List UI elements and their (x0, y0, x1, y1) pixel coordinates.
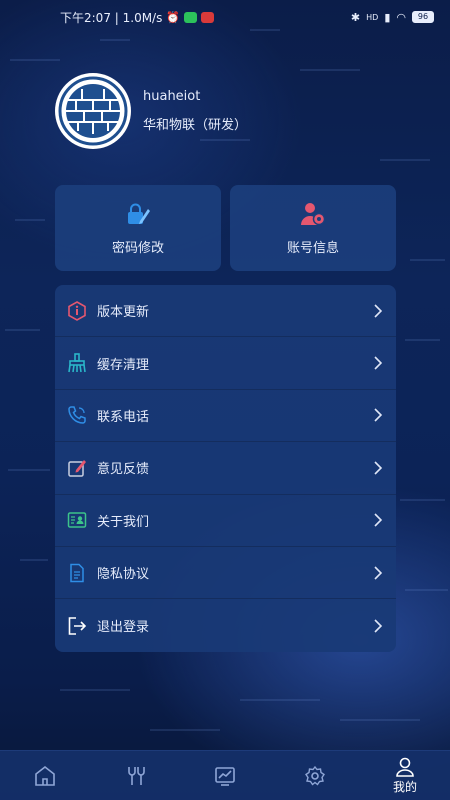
menu-label-feedback: 意见反馈 (97, 462, 150, 478)
chevron-right-icon (374, 618, 383, 633)
wechat-icon (184, 11, 198, 23)
bottom-tab-bar: 我的 (0, 750, 450, 800)
menu-item-version-update[interactable]: 版本更新 (55, 285, 396, 338)
status-time: 下午2:07 | 1.0M/s (60, 10, 163, 25)
menu-label-logout: 退出登录 (97, 620, 150, 636)
status-bar: 下午2:07 | 1.0M/s ⏰ ✱ HD ▮ ◠ 96 (0, 0, 450, 34)
tab-settings[interactable] (285, 751, 345, 800)
tab-mine[interactable]: 我的 (375, 751, 435, 800)
settings-menu: 版本更新 缓存清理 联系电话 意见反馈 关于我们 隐私协议 退出登录 (55, 285, 396, 652)
menu-label-contact-phone: 联系电话 (97, 409, 150, 425)
change-password-card[interactable]: 密码修改 (55, 185, 221, 271)
chevron-right-icon (374, 461, 383, 475)
chevron-right-icon (374, 566, 383, 580)
organization-name: 华和物联（研发） (143, 118, 248, 133)
tab-home[interactable] (15, 751, 75, 800)
tab-tools[interactable] (105, 751, 165, 800)
tab-mine-label: 我的 (392, 779, 417, 794)
tab-statistics[interactable] (195, 751, 255, 800)
menu-item-privacy-policy[interactable]: 隐私协议 (55, 547, 396, 600)
chart-icon (215, 766, 235, 786)
quick-actions: 密码修改 账号信息 (55, 185, 396, 271)
chevron-right-icon (374, 356, 383, 370)
chevron-right-icon (374, 513, 383, 527)
menu-label-clear-cache: 缓存清理 (97, 357, 150, 373)
menu-item-about-us[interactable]: 关于我们 (55, 495, 396, 547)
change-password-label: 密码修改 (111, 240, 164, 256)
account-info-label: 账号信息 (286, 240, 339, 256)
id-card-icon (67, 510, 87, 530)
avatar[interactable] (55, 73, 131, 149)
user-icon (396, 757, 414, 777)
menu-item-feedback[interactable]: 意见反馈 (55, 442, 396, 495)
menu-item-clear-cache[interactable]: 缓存清理 (55, 337, 396, 390)
menu-label-privacy-policy: 隐私协议 (97, 567, 150, 583)
account-info-card[interactable]: 账号信息 (230, 185, 396, 271)
gear-icon (305, 765, 325, 786)
brick-wall-logo-icon (58, 76, 128, 146)
chevron-right-icon (374, 304, 383, 318)
user-settings-icon (301, 202, 326, 225)
broom-icon (67, 353, 87, 373)
profile-header: huaheiot 华和物联（研发） (55, 73, 247, 149)
home-icon (35, 765, 55, 786)
alarm-icon: ⏰ (166, 10, 181, 24)
chevron-right-icon (374, 408, 383, 423)
wifi-icon: ◠ (396, 10, 406, 24)
menu-item-logout[interactable]: 退出登录 (55, 599, 396, 651)
menu-label-about-us: 关于我们 (97, 514, 150, 530)
hd-indicator: HD (366, 12, 379, 22)
username: huaheiot (143, 89, 201, 104)
bluetooth-icon: ✱ (350, 10, 361, 24)
menu-label-version-update: 版本更新 (97, 305, 150, 321)
signal-icon: ▮ (384, 10, 391, 24)
document-icon (67, 563, 87, 583)
lock-edit-icon (128, 203, 150, 224)
menu-item-contact-phone[interactable]: 联系电话 (55, 390, 396, 443)
info-icon (67, 300, 87, 321)
app-notification-icon (201, 11, 215, 23)
logout-icon (67, 616, 87, 636)
battery-indicator: 96 (412, 11, 434, 23)
feedback-icon (67, 458, 87, 478)
phone-icon (67, 405, 87, 425)
wrench-icon (128, 766, 145, 785)
